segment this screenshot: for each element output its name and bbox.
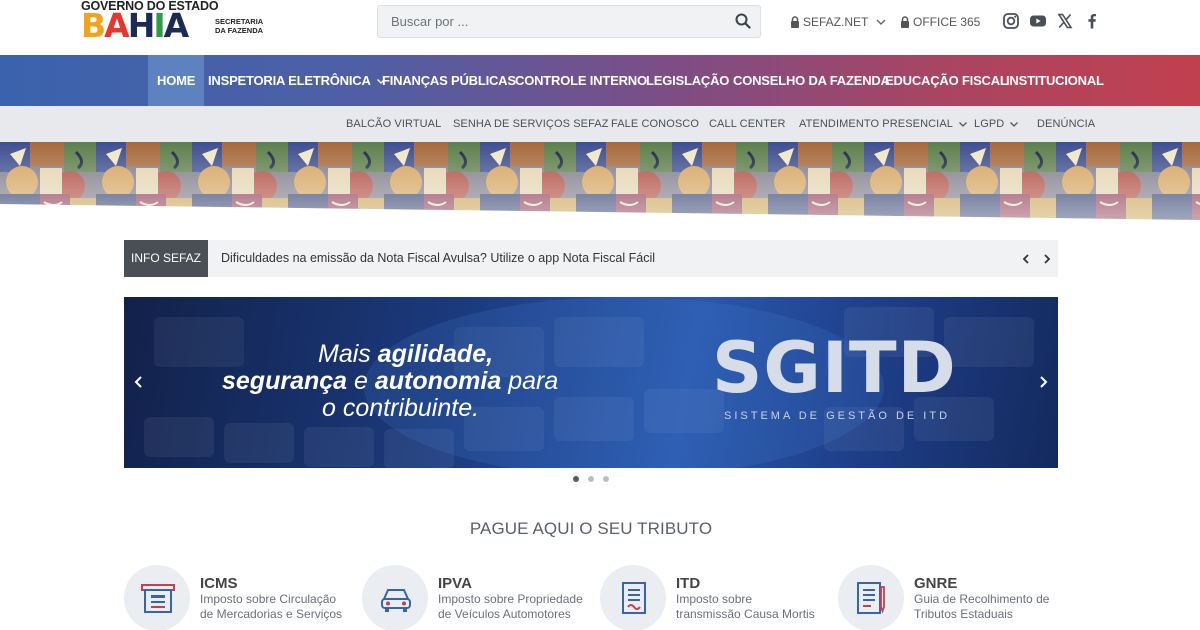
tax-card-title: ICMS [200, 575, 238, 592]
chevron-down-icon [1010, 121, 1019, 127]
subnav-item-lgpd[interactable]: LGPD [974, 106, 1019, 142]
subnav-item-denuncia[interactable]: DENÚNCIA [1037, 106, 1095, 142]
info-ticker: INFO SEFAZ Dificuldades na emissão da No… [124, 240, 1058, 277]
sefaz-net-link[interactable]: SEFAZ.NET [790, 15, 887, 29]
x-icon[interactable] [1056, 12, 1074, 30]
art-pattern [0, 142, 1200, 222]
slide-brand: SGITD [712, 327, 957, 409]
search-icon[interactable] [735, 13, 751, 29]
nav-item-home[interactable]: HOME [148, 55, 205, 106]
subnav-item-atendimento-presencial[interactable]: ATENDIMENTO PRESENCIAL [799, 106, 968, 142]
logo-secretaria-text: SECRETARIA DA FAZENDA [215, 17, 264, 35]
tax-card-icon-circle [124, 565, 190, 630]
logo-bahia-wordmark: B A H I A [81, 6, 189, 45]
nav-item-educacao-fiscal[interactable]: EDUCAÇÃO FISCAL [885, 55, 1008, 106]
tax-card-description: Imposto sobre Propriedade de Veículos Aut… [438, 592, 583, 621]
chevron-left-icon[interactable] [1021, 253, 1031, 265]
tax-card-description: Imposto sobre Circulação de Mercadorias e… [200, 592, 343, 621]
search-input[interactable] [378, 6, 728, 37]
receipt-pen-icon [857, 582, 885, 614]
carousel-dot-2[interactable] [588, 476, 594, 482]
carousel-next-icon[interactable] [1037, 375, 1049, 389]
decorative-art-banner [0, 142, 1200, 222]
lock-icon [791, 16, 799, 28]
office365-link[interactable]: OFFICE 365 [900, 15, 980, 29]
sub-nav: BALCÃO VIRTUAL SENHA DE SERVIÇOS SEFAZ F… [0, 106, 1200, 142]
subnav-item-senha-servicos[interactable]: SENHA DE SERVIÇOS SEFAZ [453, 106, 609, 142]
tax-card-icon-circle [600, 565, 666, 630]
info-message-link[interactable]: Dificuldades na emissão da Nota Fiscal A… [221, 240, 655, 277]
register-icon [141, 584, 175, 613]
tax-card-icon-circle [362, 565, 428, 630]
subnav-item-balcao-virtual[interactable]: BALCÃO VIRTUAL [346, 106, 441, 142]
pay-section-title: PAGUE AQUI O SEU TRIBUTO [469, 519, 713, 538]
top-header: GOVERNO DO ESTADO B A H I A SECRETARIA D… [0, 0, 1200, 55]
tax-card-icms[interactable]: ICMS Imposto sobre Circulação de Mercador… [124, 565, 354, 630]
carousel-dot-1[interactable] [573, 476, 579, 482]
main-nav: HOME INSPETORIA ELETRÔNICA FINANÇAS PÚBL… [0, 55, 1200, 106]
nav-item-conselho-da-fazenda[interactable]: CONSELHO DA FAZENDA [733, 55, 890, 106]
tax-card-ipva[interactable]: IPVA Imposto sobre Propriedade de Veículo… [362, 565, 592, 630]
info-label: INFO SEFAZ [124, 240, 208, 277]
hero-carousel: Mais agilidade, segurança e autonomia pa… [124, 297, 1058, 468]
tax-card-icon-circle [838, 565, 904, 630]
search-box [377, 5, 761, 38]
chevron-down-icon [959, 121, 967, 127]
tax-card-title: IPVA [438, 575, 472, 592]
nav-item-legislacao[interactable]: LEGISLAÇÃO [646, 55, 729, 106]
subnav-item-fale-conosco[interactable]: FALE CONOSCO [611, 106, 699, 142]
slide-brand-subtitle: SISTEMA DE GESTÃO DE ITD [724, 410, 951, 422]
carousel-indicators [571, 476, 611, 484]
tax-card-description: Imposto sobre transmissão Causa Mortis [676, 592, 815, 621]
carousel-prev-icon[interactable] [133, 375, 145, 389]
nav-item-financas-publicas[interactable]: FINANÇAS PÚBLICAS [382, 55, 516, 106]
tax-card-itd[interactable]: ITD Imposto sobre transmissão Causa Morti… [600, 565, 830, 630]
facebook-icon[interactable] [1083, 12, 1101, 30]
tax-card-title: GNRE [914, 575, 958, 592]
carousel-dot-3[interactable] [603, 476, 609, 482]
tax-card-description: Guia de Recolhimento de Tributos Estaduai… [914, 592, 1050, 621]
chevron-down-icon [876, 19, 886, 25]
lock-icon [901, 16, 909, 28]
youtube-icon[interactable] [1029, 12, 1047, 30]
tax-card-gnre[interactable]: GNRE Guia de Recolhimento de Tributos Est… [838, 565, 1068, 630]
nav-item-controle-interno[interactable]: CONTROLE INTERNO [515, 55, 647, 106]
nav-item-inspetoria-eletronica[interactable]: INSPETORIA ELETRÔNICA [208, 55, 386, 106]
tax-card-title: ITD [676, 575, 701, 592]
chevron-right-icon[interactable] [1042, 253, 1052, 265]
instagram-icon[interactable] [1002, 12, 1020, 30]
document-icon [622, 582, 646, 614]
bahia-logo[interactable]: GOVERNO DO ESTADO B A H I A SECRETARIA D… [81, 0, 266, 44]
car-icon [381, 589, 411, 612]
nav-item-institucional[interactable]: INSTITUCIONAL [1006, 55, 1104, 106]
subnav-item-call-center[interactable]: CALL CENTER [709, 106, 786, 142]
